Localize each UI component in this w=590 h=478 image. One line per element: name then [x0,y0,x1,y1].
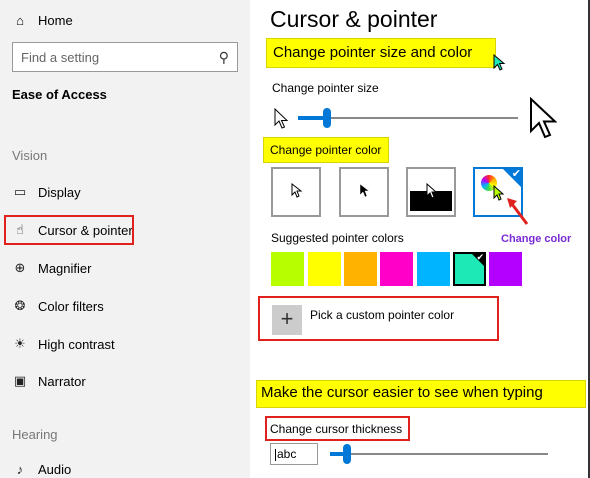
main-panel: Cursor & pointer Change pointer size and… [250,0,590,478]
pointer-color-heading: Change pointer color [263,137,389,163]
green-cursor-icon [493,54,506,71]
sidebar-home-label: Home [38,12,73,28]
pointer-color-black-option[interactable] [339,167,389,217]
section-heading-pointer: Change pointer size and color [266,38,496,68]
sidebar-group-hearing: Hearing [12,427,58,442]
pointer-color-label: Change pointer color [270,143,382,157]
section-heading-label: Make the cursor easier to see when typin… [261,384,543,401]
search-input[interactable]: Find a setting ⚲ [12,42,238,72]
cursor-thickness-label: Change cursor thickness [270,422,403,436]
custom-color-label[interactable]: Pick a custom pointer color [310,308,454,322]
sidebar-item-cursor-pointer[interactable]: ☝ Cursor & pointer [4,215,244,245]
sidebar-item-label: Color filters [38,298,104,314]
suggested-color-swatch[interactable] [417,252,450,286]
sidebar-item-audio[interactable]: ♪ Audio [4,454,244,478]
home-icon: ⌂ [16,12,24,28]
large-pointer-icon [530,97,557,139]
pointer-color-inverted-option[interactable] [406,167,456,217]
change-color-annotation: Change color [501,233,572,245]
black-pointer-icon [359,183,370,198]
inverted-pointer-icon [426,183,438,199]
slider-track [298,117,518,119]
cursor-thickness-preview: abc [270,443,318,465]
pointer-size-slider[interactable] [298,108,518,128]
suggested-color-swatch[interactable] [380,252,413,286]
search-icon: ⚲ [218,48,229,65]
slider-thumb[interactable] [343,444,351,464]
pointer-size-label: Change pointer size [272,81,379,95]
sidebar-item-color-filters[interactable]: ❂ Color filters [4,291,244,321]
add-custom-color-button[interactable]: + [272,305,302,335]
slider-track [330,453,548,455]
section-heading-label: Change pointer size and color [273,44,473,61]
suggested-color-swatch[interactable] [271,252,304,286]
suggested-color-swatch-selected[interactable]: ✔ [453,252,486,286]
search-placeholder: Find a setting [21,49,100,65]
annotation-red-box [4,215,134,245]
narrator-icon: ▣ [13,373,27,388]
speaker-icon: ♪ [16,461,24,477]
sidebar-item-label: Audio [38,461,72,477]
plus-icon: + [280,306,294,331]
sidebar: ⌂ Home Find a setting ⚲ Ease of Access V… [0,0,250,478]
sidebar-item-high-contrast[interactable]: ☀ High contrast [4,329,244,359]
checkmark-icon: ✔ [476,252,484,262]
preview-text: abc [277,447,297,461]
suggested-color-swatch[interactable] [308,252,341,286]
magnifier-icon: ⊕ [14,260,26,275]
pointer-color-white-option[interactable] [271,167,321,217]
monitor-icon: ▭ [13,184,27,199]
sidebar-item-magnifier[interactable]: ⊕ Magnifier [4,253,244,283]
small-pointer-icon [274,108,289,129]
sidebar-home[interactable]: ⌂ Home [12,10,73,30]
page-title: Cursor & pointer [270,6,438,32]
sidebar-group-vision: Vision [12,148,48,163]
high-contrast-icon: ☀ [14,336,26,351]
red-arrow-annotation [507,198,529,225]
slider-thumb[interactable] [323,108,331,128]
suggested-color-swatch[interactable] [489,252,522,286]
sidebar-item-label: Display [38,184,81,200]
suggested-color-swatch[interactable] [344,252,377,286]
color-filters-icon: ❂ [14,298,26,313]
sidebar-category: Ease of Access [12,87,107,102]
sidebar-item-display[interactable]: ▭ Display [4,177,244,207]
sidebar-item-label: Magnifier [38,260,92,276]
sidebar-item-label: High contrast [38,336,115,352]
white-pointer-icon [291,183,303,198]
sidebar-item-label: Narrator [38,373,86,389]
checkmark-icon: ✔ [511,168,521,180]
text-cursor [275,448,276,461]
sidebar-item-narrator[interactable]: ▣ Narrator [4,366,244,396]
cursor-thickness-slider[interactable] [330,444,548,464]
suggested-colors-label: Suggested pointer colors [271,231,404,245]
section-heading-cursor: Make the cursor easier to see when typin… [256,380,586,408]
